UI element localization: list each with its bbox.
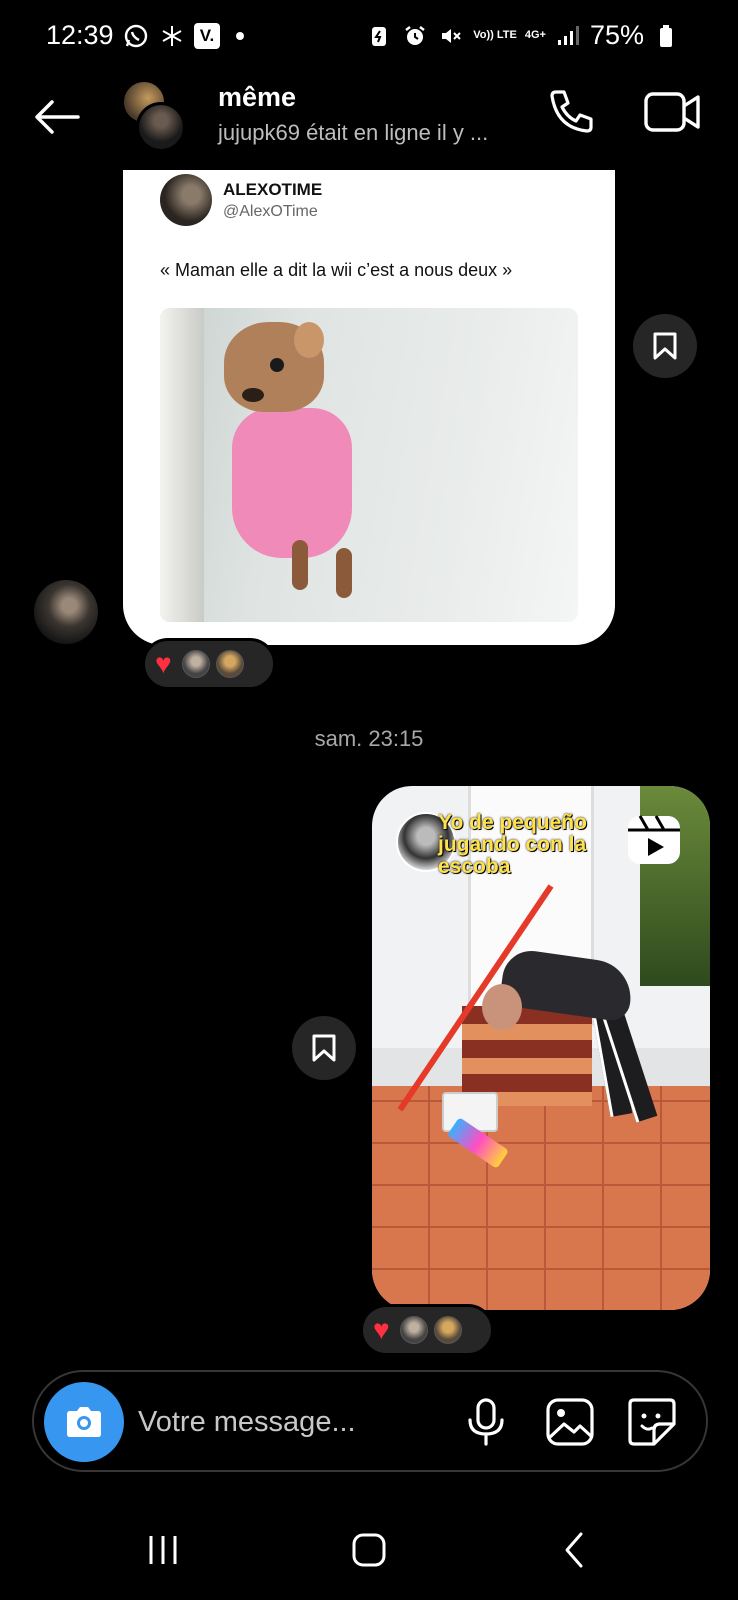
status-bar: 12:39 V. Vo)) LTE 4G+ 75% bbox=[0, 0, 738, 72]
message-timestamp: sam. 23:15 bbox=[314, 726, 424, 751]
shared-post-card[interactable]: ALEXOTIME @AlexOTime « Maman elle a dit … bbox=[123, 170, 615, 645]
dog-body-shape bbox=[232, 408, 352, 558]
reactions-bar[interactable]: ♥ bbox=[360, 1304, 494, 1356]
dog-nose-shape bbox=[242, 388, 264, 402]
battery-icon bbox=[652, 22, 680, 50]
volte-label: Vo)) LTE bbox=[473, 29, 517, 41]
dog-leg-shape bbox=[292, 540, 308, 590]
message-composer bbox=[32, 1370, 708, 1472]
signal-icon bbox=[554, 22, 582, 50]
heart-reaction-icon: ♥ bbox=[155, 648, 172, 679]
sticker-button[interactable] bbox=[624, 1394, 680, 1450]
reactor-avatar bbox=[215, 650, 244, 678]
video-camera-icon bbox=[644, 92, 700, 132]
reel-person-shape bbox=[482, 947, 658, 1123]
camera-button[interactable] bbox=[44, 1382, 124, 1462]
voice-message-button[interactable] bbox=[458, 1394, 514, 1450]
snowflake-icon bbox=[158, 22, 186, 50]
home-icon bbox=[352, 1533, 386, 1567]
tweet-author-avatar bbox=[160, 174, 212, 226]
reactor-avatar bbox=[433, 1316, 462, 1344]
group-avatar[interactable] bbox=[122, 80, 188, 152]
sender-avatar[interactable] bbox=[34, 580, 98, 644]
status-right-icons: Vo)) LTE 4G+ 75% bbox=[365, 20, 680, 51]
avatar bbox=[136, 102, 186, 152]
bookmark-icon bbox=[653, 332, 677, 360]
gallery-button[interactable] bbox=[542, 1394, 598, 1450]
reactor-avatar bbox=[181, 650, 210, 678]
tweet-image bbox=[160, 308, 578, 622]
recent-apps-icon bbox=[149, 1536, 177, 1564]
vinted-icon: V. bbox=[194, 23, 220, 49]
mute-icon bbox=[437, 22, 465, 50]
person-head-shape bbox=[482, 984, 522, 1030]
tweet-author-name: ALEXOTIME bbox=[223, 180, 323, 199]
status-time: 12:39 bbox=[46, 20, 114, 50]
tweet-author-handle: @AlexOTime bbox=[223, 203, 318, 220]
reel-caption: Yo de pequeño jugando con la escoba bbox=[438, 811, 587, 878]
message-input[interactable] bbox=[138, 1394, 438, 1450]
audio-call-button[interactable] bbox=[542, 84, 598, 140]
battery-level: 75% bbox=[589, 20, 644, 50]
back-button[interactable] bbox=[30, 90, 84, 144]
video-call-button[interactable] bbox=[642, 84, 702, 140]
heart-reaction-icon: ♥ bbox=[373, 1314, 390, 1345]
wall-shape bbox=[160, 308, 204, 622]
dog-eye-shape bbox=[270, 358, 284, 372]
home-button[interactable] bbox=[334, 1520, 404, 1580]
shared-reel-card[interactable]: Yo de pequeño jugando con la escoba bbox=[372, 786, 710, 1310]
chat-title[interactable]: même bbox=[218, 82, 296, 113]
reactor-avatar bbox=[399, 1316, 428, 1344]
whatsapp-icon bbox=[122, 22, 150, 50]
sticker-icon bbox=[628, 1398, 676, 1446]
chat-header: même jujupk69 était en ligne il y ... bbox=[0, 72, 738, 172]
chevron-left-icon bbox=[565, 1532, 583, 1568]
arrow-left-icon bbox=[35, 100, 80, 134]
reel-floor-shape bbox=[372, 1086, 710, 1310]
dog-ear-shape bbox=[294, 322, 324, 358]
dog-leg-shape bbox=[336, 548, 352, 598]
system-navigation-bar bbox=[0, 1500, 738, 1600]
chat-status: jujupk69 était en ligne il y ... bbox=[218, 120, 489, 145]
reels-play-icon bbox=[626, 812, 682, 868]
bookmark-icon bbox=[312, 1034, 336, 1062]
system-back-button[interactable] bbox=[540, 1520, 610, 1580]
save-button[interactable] bbox=[633, 314, 697, 378]
network-type: 4G+ bbox=[524, 29, 546, 41]
reactions-bar[interactable]: ♥ bbox=[142, 638, 276, 690]
phone-icon bbox=[550, 90, 593, 133]
image-icon bbox=[546, 1398, 594, 1446]
recent-apps-button[interactable] bbox=[128, 1520, 198, 1580]
microphone-icon bbox=[468, 1398, 504, 1446]
tweet-text: « Maman elle a dit la wii c’est a nous d… bbox=[160, 260, 513, 280]
camera-icon bbox=[67, 1407, 101, 1437]
alarm-icon bbox=[401, 22, 429, 50]
notification-dot bbox=[236, 32, 244, 40]
status-left-icons: V. bbox=[122, 22, 244, 50]
save-button[interactable] bbox=[292, 1016, 356, 1080]
battery-saver-icon bbox=[365, 22, 393, 50]
